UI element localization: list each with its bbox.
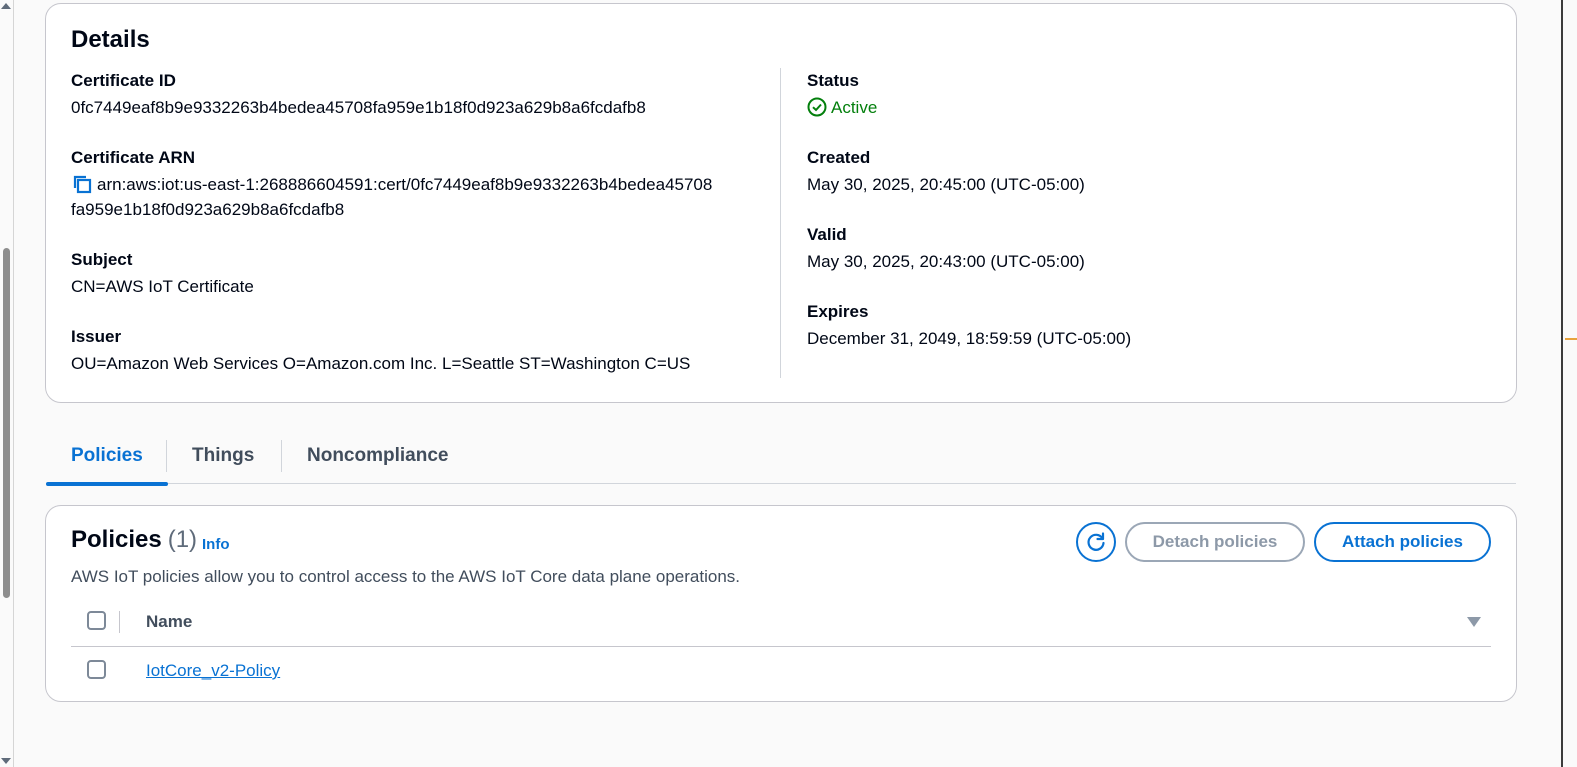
details-column-divider [780,68,781,378]
policies-header: Policies (1) [71,526,197,554]
policies-count: (1) [167,526,198,553]
issuer-value: OU=Amazon Web Services O=Amazon.com Inc.… [71,354,691,373]
right-edge-marker [1565,338,1577,340]
status-value-line: Active [807,95,877,124]
issuer-field: Issuer OU=Amazon Web Services O=Amazon.c… [71,326,690,376]
issuer-label: Issuer [71,327,122,346]
tab-bar: Policies Things Noncompliance [46,432,1516,486]
certificate-arn-label: Certificate ARN [71,148,196,167]
right-scrollbar-track [1561,0,1567,767]
copy-icon[interactable] [71,174,93,194]
info-link[interactable]: Info [202,536,230,553]
certificate-arn-field: Certificate ARN arn:aws:iot:us-east-1:26… [71,147,712,222]
select-all-checkbox[interactable] [87,611,106,630]
attach-policies-button[interactable]: Attach policies [1314,522,1491,562]
status-field: Status Active [807,70,877,124]
created-label: Created [807,148,871,167]
valid-label: Valid [807,225,847,244]
certificate-arn-value-line2: fa959e1b18f0d923a629b8a6fcdafb8 [71,200,345,219]
tab-things[interactable]: Things [167,432,279,484]
tab-noncompliance[interactable]: Noncompliance [282,432,473,484]
column-header-name[interactable]: Name [146,612,192,632]
row-checkbox[interactable] [87,660,106,679]
certificate-id-label: Certificate ID [71,71,176,90]
table-row: IotCore_v2-Policy [71,647,1491,693]
valid-value: May 30, 2025, 20:43:00 (UTC-05:00) [807,252,1085,271]
expires-label: Expires [807,302,869,321]
subject-field: Subject CN=AWS IoT Certificate [71,249,254,299]
policy-name-link[interactable]: IotCore_v2-Policy [146,661,280,681]
certificate-id-field: Certificate ID 0fc7449eaf8b9e9332263b4be… [71,70,646,120]
details-title: Details [71,26,150,53]
refresh-icon [1087,532,1105,551]
created-field: Created May 30, 2025, 20:45:00 (UTC-05:0… [807,147,1085,197]
page-scrollbar[interactable] [0,0,14,767]
expires-value: December 31, 2049, 18:59:59 (UTC-05:00) [807,329,1132,348]
header-separator [119,611,120,633]
subject-label: Subject [71,250,133,269]
refresh-button[interactable] [1076,522,1116,562]
tab-policies[interactable]: Policies [46,432,168,486]
details-panel: Details Certificate ID 0fc7449eaf8b9e933… [45,3,1517,403]
status-label: Status [807,71,859,90]
sort-caret-icon[interactable] [1467,617,1481,627]
scroll-up-icon[interactable] [1,3,11,9]
table-header: Name [71,602,1491,647]
expires-field: Expires December 31, 2049, 18:59:59 (UTC… [807,301,1131,351]
status-value: Active [831,98,878,117]
scrollbar-thumb[interactable] [3,248,10,598]
certificate-arn-value-line1: arn:aws:iot:us-east-1:268886604591:cert/… [97,175,713,194]
created-value: May 30, 2025, 20:45:00 (UTC-05:00) [807,175,1085,194]
certificate-id-value: 0fc7449eaf8b9e9332263b4bedea45708fa959e1… [71,98,646,117]
subject-value: CN=AWS IoT Certificate [71,277,254,296]
valid-field: Valid May 30, 2025, 20:43:00 (UTC-05:00) [807,224,1085,274]
detach-policies-button[interactable]: Detach policies [1125,522,1305,562]
scroll-down-icon[interactable] [1,758,11,764]
certificate-arn-line: arn:aws:iot:us-east-1:268886604591:cert/… [71,172,712,197]
policies-title: Policies [71,526,162,553]
policies-description: AWS IoT policies allow you to control ac… [71,567,741,586]
status-check-icon [807,97,827,124]
policies-panel: Policies (1) Info AWS IoT policies allow … [45,505,1517,702]
